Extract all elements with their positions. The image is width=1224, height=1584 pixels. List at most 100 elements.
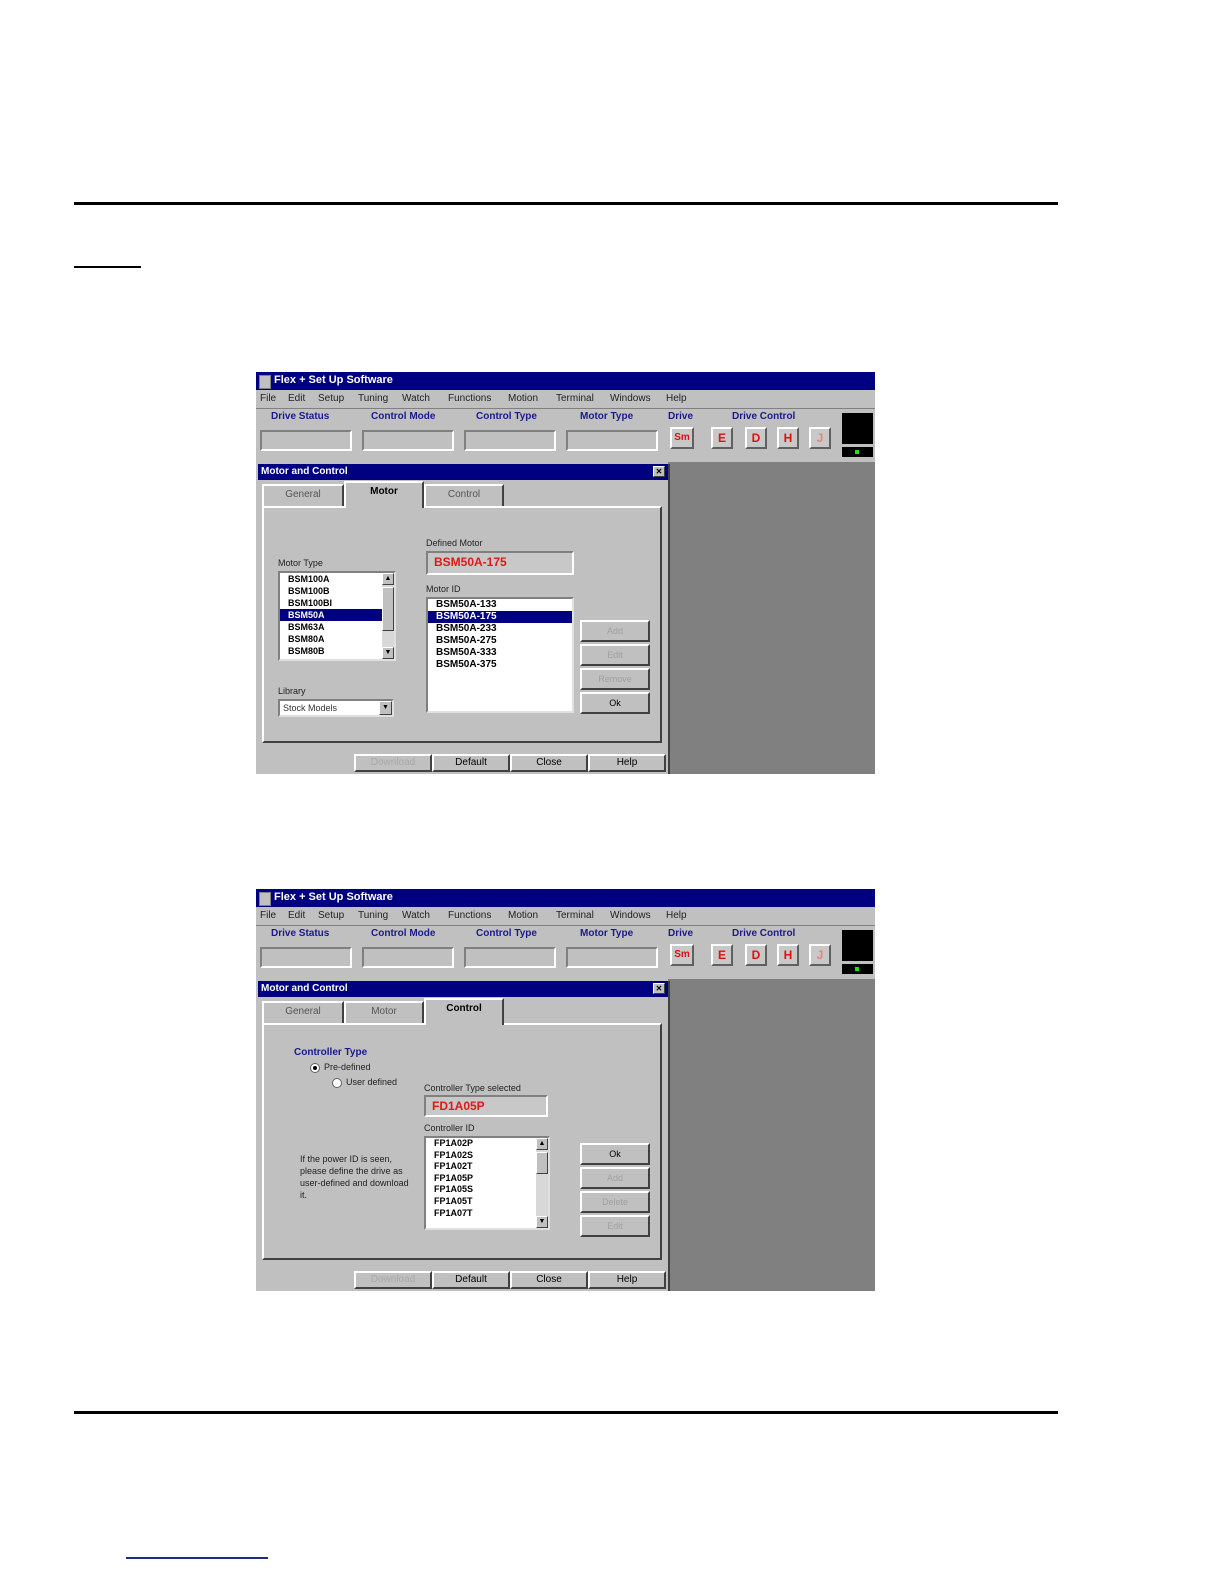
drive-control-d-button[interactable]: D xyxy=(745,427,767,449)
menu-file[interactable]: File xyxy=(260,393,276,404)
menu-tuning[interactable]: Tuning xyxy=(358,910,388,921)
control-tab-panel: Controller Type Pre-defined User defined… xyxy=(262,1023,662,1260)
menu-help[interactable]: Help xyxy=(666,910,687,921)
workspace-background xyxy=(668,979,875,1291)
close-button[interactable]: Close xyxy=(510,754,588,772)
list-item[interactable]: BSM100A xyxy=(280,573,394,585)
app-icon[interactable] xyxy=(259,892,271,906)
list-item[interactable]: FP1A05P xyxy=(426,1173,548,1185)
drive-control-j-button[interactable]: J xyxy=(809,427,831,449)
tab-motor[interactable]: Motor xyxy=(344,481,424,508)
menu-help[interactable]: Help xyxy=(666,393,687,404)
menu-edit[interactable]: Edit xyxy=(288,910,305,921)
menu-functions[interactable]: Functions xyxy=(448,393,491,404)
menu-terminal[interactable]: Terminal xyxy=(556,393,594,404)
add-button[interactable]: Add xyxy=(580,1167,650,1189)
list-item[interactable]: BSM100B xyxy=(280,585,394,597)
close-icon[interactable]: ✕ xyxy=(653,466,665,477)
bottom-rule xyxy=(74,1411,1058,1414)
tab-control[interactable]: Control xyxy=(424,484,504,506)
help-button[interactable]: Help xyxy=(588,754,666,772)
help-button[interactable]: Help xyxy=(588,1271,666,1289)
list-item[interactable]: FP1A07T xyxy=(426,1208,548,1220)
menu-watch[interactable]: Watch xyxy=(402,910,430,921)
list-item[interactable]: BSM100BI xyxy=(280,597,394,609)
predefined-radio[interactable] xyxy=(310,1063,320,1073)
menu-setup[interactable]: Setup xyxy=(318,910,344,921)
list-item-selected[interactable]: BSM50A-175 xyxy=(428,611,572,623)
drive-control-e-button[interactable]: E xyxy=(711,427,733,449)
list-item[interactable]: BSM80B xyxy=(280,645,394,657)
ok-button[interactable]: Ok xyxy=(580,692,650,714)
close-button[interactable]: Close xyxy=(510,1271,588,1289)
control-type-label: Control Type xyxy=(476,411,537,422)
drive-control-h-button[interactable]: H xyxy=(777,944,799,966)
scroll-thumb[interactable] xyxy=(536,1152,548,1174)
list-item[interactable]: BSM63A xyxy=(280,621,394,633)
menu-file[interactable]: File xyxy=(260,910,276,921)
menu-motion[interactable]: Motion xyxy=(508,910,538,921)
list-item[interactable]: BSM50A-275 xyxy=(428,635,572,647)
list-item[interactable]: BSM50A-333 xyxy=(428,647,572,659)
scroll-up-icon[interactable]: ▲ xyxy=(536,1138,548,1150)
menu-terminal[interactable]: Terminal xyxy=(556,910,594,921)
list-item[interactable]: BSM50A-375 xyxy=(428,659,572,671)
dialog-title-bar: Motor and Control ✕ xyxy=(258,981,668,997)
ok-button[interactable]: Ok xyxy=(580,1143,650,1165)
delete-button[interactable]: Delete xyxy=(580,1191,650,1213)
scroll-down-icon[interactable]: ▼ xyxy=(382,647,394,659)
list-item[interactable]: FP1A05T xyxy=(426,1196,548,1208)
default-button[interactable]: Default xyxy=(432,754,510,772)
menu-windows[interactable]: Windows xyxy=(610,910,651,921)
status-display xyxy=(842,413,873,444)
menu-watch[interactable]: Watch xyxy=(402,393,430,404)
default-button[interactable]: Default xyxy=(432,1271,510,1289)
close-icon[interactable]: ✕ xyxy=(653,983,665,994)
drive-button[interactable]: Sm xyxy=(670,427,694,449)
scroll-up-icon[interactable]: ▲ xyxy=(382,573,394,585)
list-item[interactable]: BSM50A-133 xyxy=(428,599,572,611)
app-icon[interactable] xyxy=(259,375,271,389)
list-item[interactable]: FP1A02P xyxy=(426,1138,548,1150)
download-button[interactable]: Download xyxy=(354,754,432,772)
edit-button[interactable]: Edit xyxy=(580,1215,650,1237)
drive-button[interactable]: Sm xyxy=(670,944,694,966)
menu-windows[interactable]: Windows xyxy=(610,393,651,404)
add-button[interactable]: Add xyxy=(580,620,650,642)
controller-id-list[interactable]: FP1A02P FP1A02S FP1A02T FP1A05P FP1A05S … xyxy=(424,1136,550,1230)
list-item[interactable]: BSM80A xyxy=(280,633,394,645)
motor-type-scrollbar[interactable]: ▲ ▼ xyxy=(382,573,394,659)
menu-edit[interactable]: Edit xyxy=(288,393,305,404)
menu-functions[interactable]: Functions xyxy=(448,910,491,921)
drive-control-h-button[interactable]: H xyxy=(777,427,799,449)
list-item[interactable]: BSM50A-233 xyxy=(428,623,572,635)
list-item-selected[interactable]: BSM50A xyxy=(280,609,394,621)
list-item[interactable]: FP1A05S xyxy=(426,1184,548,1196)
tab-motor[interactable]: Motor xyxy=(344,1001,424,1023)
motor-type-list[interactable]: BSM100A BSM100B BSM100BI BSM50A BSM63A B… xyxy=(278,571,396,661)
user-defined-radio[interactable] xyxy=(332,1078,342,1088)
edit-button[interactable]: Edit xyxy=(580,644,650,666)
library-select[interactable]: Stock Models xyxy=(278,699,394,717)
scroll-thumb[interactable] xyxy=(382,587,394,631)
motor-id-list[interactable]: BSM50A-133 BSM50A-175 BSM50A-233 BSM50A-… xyxy=(426,597,574,713)
tab-general[interactable]: General xyxy=(262,484,344,506)
drive-control-j-button[interactable]: J xyxy=(809,944,831,966)
menu-setup[interactable]: Setup xyxy=(318,393,344,404)
drive-control-e-button[interactable]: E xyxy=(711,944,733,966)
remove-button[interactable]: Remove xyxy=(580,668,650,690)
tab-control[interactable]: Control xyxy=(424,998,504,1025)
chevron-down-icon[interactable]: ▼ xyxy=(379,701,392,715)
section-underline xyxy=(74,266,141,268)
dialog-title-bar: Motor and Control ✕ xyxy=(258,464,668,480)
menu-tuning[interactable]: Tuning xyxy=(358,393,388,404)
control-mode-field xyxy=(362,430,454,451)
scroll-down-icon[interactable]: ▼ xyxy=(536,1216,548,1228)
list-item[interactable]: FP1A02S xyxy=(426,1150,548,1162)
controller-id-scrollbar[interactable]: ▲ ▼ xyxy=(536,1138,548,1228)
list-item[interactable]: FP1A02T xyxy=(426,1161,548,1173)
menu-motion[interactable]: Motion xyxy=(508,393,538,404)
drive-control-d-button[interactable]: D xyxy=(745,944,767,966)
download-button[interactable]: Download xyxy=(354,1271,432,1289)
tab-general[interactable]: General xyxy=(262,1001,344,1023)
